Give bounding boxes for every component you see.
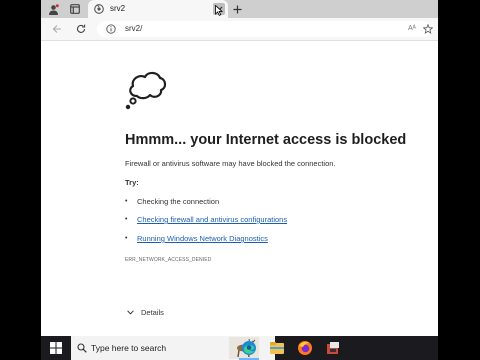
suggestion-firewall-link[interactable]: Checking firewall and antivirus configur… <box>137 215 287 224</box>
suggestion-item: • Checking firewall and antivirus config… <box>125 215 287 224</box>
new-tab-icon[interactable] <box>230 2 244 16</box>
windows-start-icon[interactable] <box>50 342 62 354</box>
address-url[interactable]: srv2/ <box>125 24 142 34</box>
browser-window: srv2 srv2/ Aᴬ Hmmm... your Internet acce… <box>41 0 438 360</box>
app-icon[interactable] <box>325 340 341 356</box>
details-button[interactable]: Details <box>127 308 164 317</box>
refresh-icon[interactable] <box>75 23 87 35</box>
error-code: ERR_NETWORK_ACCESS_DENIED <box>125 257 212 263</box>
suggestion-item: • Checking the connection <box>125 197 219 206</box>
file-explorer-icon[interactable] <box>269 340 285 356</box>
tab-srv2[interactable]: srv2 <box>88 0 228 18</box>
tab-strip: srv2 <box>41 0 438 18</box>
chevron-down-icon <box>127 310 134 315</box>
suggestion-check-connection: Checking the connection <box>137 197 220 206</box>
taskbar: Type here to search <box>41 336 438 360</box>
mouse-cursor-icon <box>215 5 223 16</box>
bullet-icon: • <box>125 235 128 242</box>
favorites-icon[interactable] <box>423 24 433 34</box>
suggestion-diagnostics-link[interactable]: Running Windows Network Diagnostics <box>137 234 268 243</box>
browser-toolbar: srv2/ Aᴬ <box>41 18 438 41</box>
try-label: Try: <box>125 178 139 187</box>
details-label: Details <box>141 308 164 317</box>
error-description: Firewall or antivirus software may have … <box>125 159 336 168</box>
profile-icon[interactable] <box>47 3 59 15</box>
back-icon[interactable] <box>51 23 63 35</box>
bullet-icon: • <box>125 198 128 205</box>
tab-title: srv2 <box>110 4 126 13</box>
tab-actions-icon[interactable] <box>69 3 81 15</box>
error-heading: Hmmm... your Internet access is blocked <box>125 132 407 148</box>
suggestion-item: • Running Windows Network Diagnostics <box>125 234 268 243</box>
address-bar[interactable]: srv2/ Aᴬ <box>97 21 433 37</box>
read-aloud-icon[interactable]: Aᴬ <box>408 23 416 34</box>
search-icon <box>77 343 87 353</box>
site-info-icon[interactable] <box>106 24 116 34</box>
bullet-icon: • <box>125 216 128 223</box>
thought-cloud-icon <box>125 71 167 110</box>
error-page-icon <box>94 4 104 14</box>
edge-icon[interactable] <box>241 340 257 356</box>
search-placeholder: Type here to search <box>91 343 167 353</box>
firefox-icon[interactable] <box>297 340 313 356</box>
